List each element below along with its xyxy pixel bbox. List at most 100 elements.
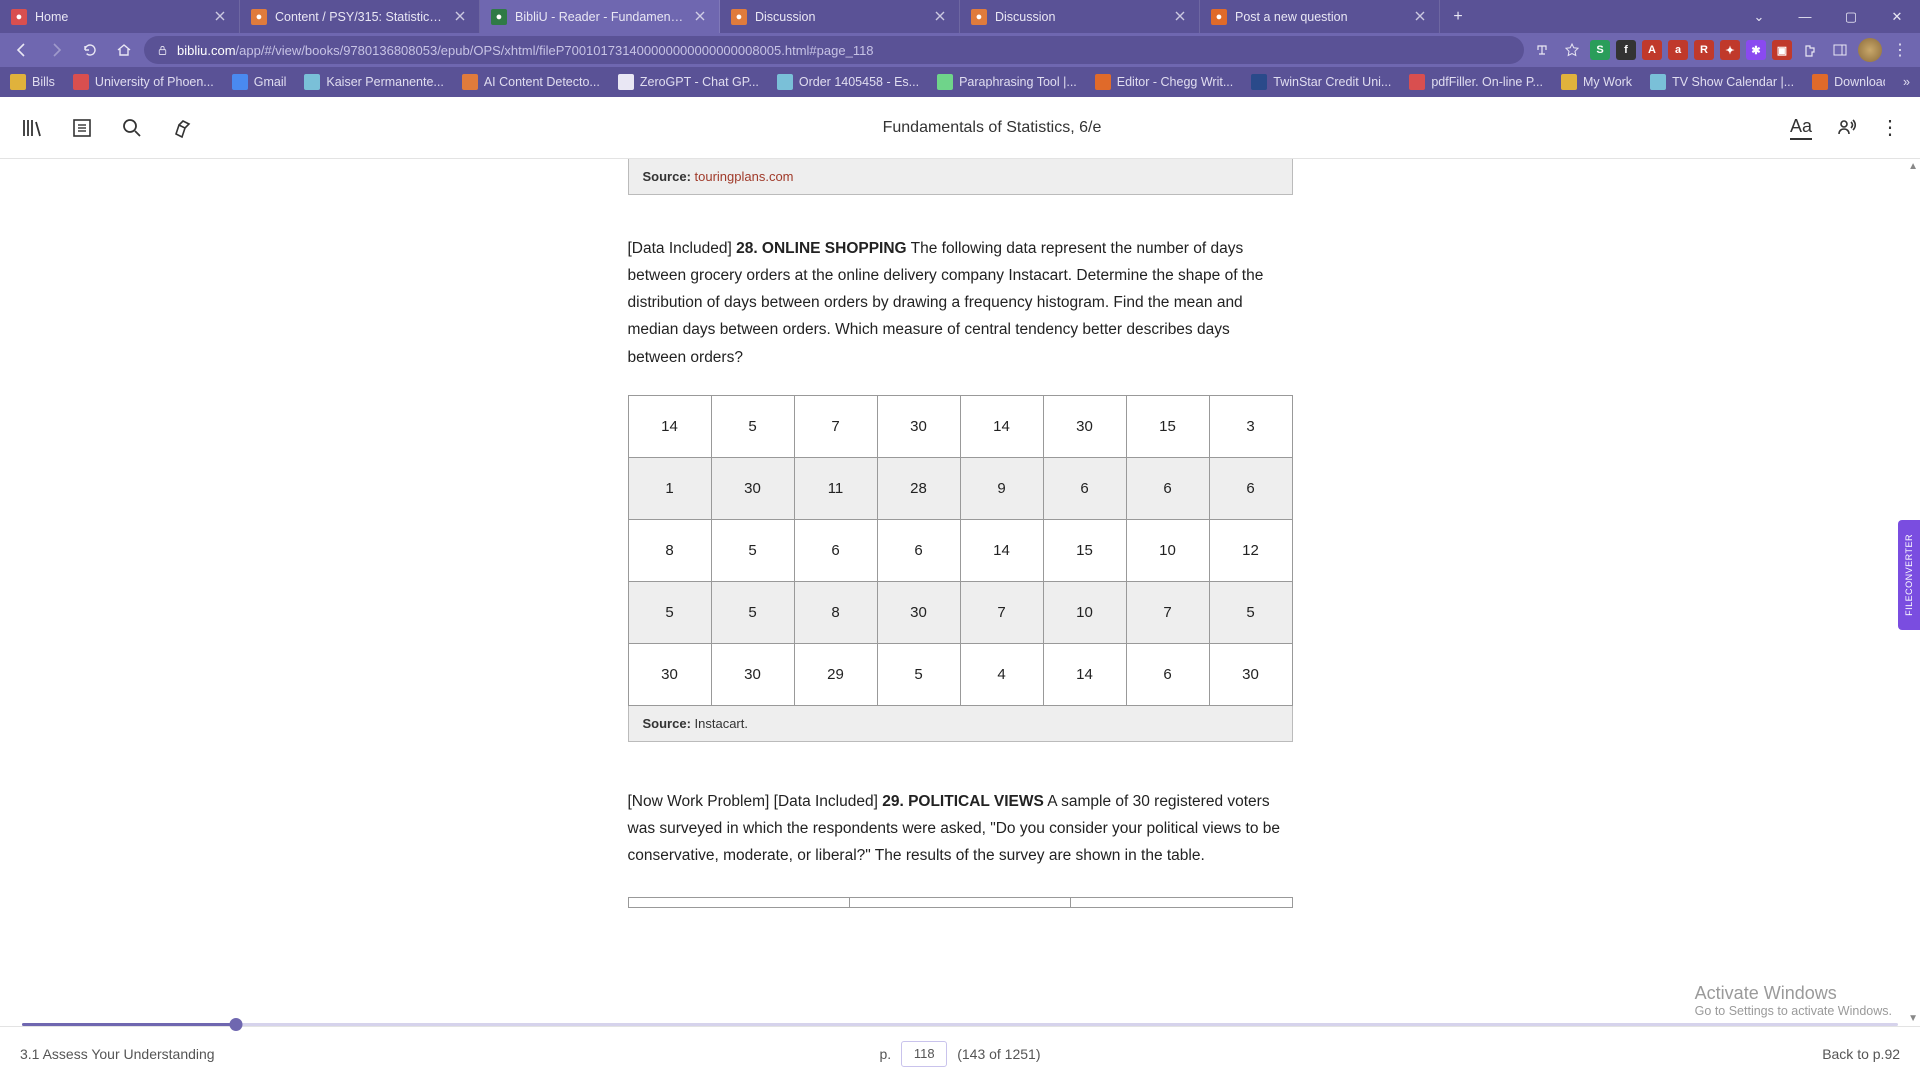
source-link[interactable]: touringplans.com <box>695 169 794 184</box>
profile-avatar[interactable] <box>1858 38 1882 62</box>
tab-favicon: ● <box>971 9 987 25</box>
bookmark-favicon <box>1095 74 1111 90</box>
forward-button[interactable] <box>42 36 70 64</box>
tab-close-icon[interactable] <box>1414 10 1428 24</box>
extension-icon[interactable]: S <box>1590 40 1610 60</box>
bookmark-label: My Work <box>1583 75 1632 89</box>
tab-close-icon[interactable] <box>454 10 468 24</box>
address-bar[interactable]: bibliu.com/app/#/view/books/978013680805… <box>144 36 1524 64</box>
question-29: [Now Work Problem] [Data Included] 29. P… <box>628 788 1293 869</box>
bookmark-item[interactable]: AI Content Detecto... <box>462 74 600 90</box>
table-cell: 14 <box>960 395 1043 457</box>
back-button[interactable] <box>8 36 36 64</box>
fileconverter-sidetab[interactable]: FILECONVERTER <box>1898 520 1920 630</box>
panel-icon[interactable] <box>1828 38 1852 62</box>
table-cell: 30 <box>1209 643 1292 705</box>
bookmark-item[interactable]: TwinStar Credit Uni... <box>1251 74 1391 90</box>
tab-close-icon[interactable] <box>694 10 708 24</box>
table-cell: 6 <box>1043 457 1126 519</box>
tab-close-icon[interactable] <box>1174 10 1188 24</box>
table-cell: 8 <box>794 581 877 643</box>
tab-title: Content / PSY/315: Statistical Rea <box>275 10 446 24</box>
tab-favicon: ● <box>491 9 507 25</box>
bookmark-favicon <box>1812 74 1828 90</box>
toolbar-right-icons: SfAaR ✦ ✱ ▣ ⋮ <box>1530 38 1912 62</box>
source-box-2: Source: Instacart. <box>628 706 1293 742</box>
bookmark-item[interactable]: Bills <box>10 74 55 90</box>
bookmark-label: Order 1405458 - Es... <box>799 75 919 89</box>
source2-label: Source: <box>643 716 695 731</box>
bookmark-favicon <box>1251 74 1267 90</box>
more-icon[interactable]: ⋮ <box>1880 115 1900 140</box>
extension-icon[interactable]: ✦ <box>1720 40 1740 60</box>
maximize-button[interactable]: ▢ <box>1828 0 1874 33</box>
extension-icon[interactable]: f <box>1616 40 1636 60</box>
progress-track[interactable] <box>22 1023 1898 1026</box>
extensions-icon[interactable] <box>1798 38 1822 62</box>
extension-icon[interactable]: ▣ <box>1772 40 1792 60</box>
progress-thumb[interactable] <box>229 1018 242 1031</box>
bookmark-item[interactable]: Paraphrasing Tool |... <box>937 74 1077 90</box>
tab-close-icon[interactable] <box>214 10 228 24</box>
scroll-up-arrow[interactable]: ▲ <box>1908 161 1918 172</box>
extension-icon[interactable]: R <box>1694 40 1714 60</box>
extension-icon[interactable]: a <box>1668 40 1688 60</box>
tab-title: Home <box>35 10 206 24</box>
bookmark-item[interactable]: Order 1405458 - Es... <box>777 74 919 90</box>
bookmark-label: pdfFiller. On-line P... <box>1431 75 1543 89</box>
bookmark-favicon <box>462 74 478 90</box>
bookmark-item[interactable]: Editor - Chegg Writ... <box>1095 74 1233 90</box>
new-tab-button[interactable]: + <box>1440 0 1476 33</box>
back-to-page-link[interactable]: Back to p.92 <box>1822 1046 1900 1062</box>
section-label: 3.1 Assess Your Understanding <box>20 1046 880 1062</box>
reload-button[interactable] <box>76 36 104 64</box>
tab-close-icon[interactable] <box>934 10 948 24</box>
bookmark-item[interactable]: Kaiser Permanente... <box>304 74 443 90</box>
library-icon[interactable] <box>20 116 44 140</box>
extension-icon[interactable]: A <box>1642 40 1662 60</box>
home-button[interactable] <box>110 36 138 64</box>
table-cell: 12 <box>1209 519 1292 581</box>
table-cell: 10 <box>1043 581 1126 643</box>
q28-text: The following data represent the number … <box>628 240 1264 366</box>
table-cell: 30 <box>711 643 794 705</box>
bookmark-item[interactable]: TV Show Calendar |... <box>1650 74 1794 90</box>
toc-icon[interactable] <box>70 116 94 140</box>
extension-icon[interactable]: ✱ <box>1746 40 1766 60</box>
scroll-down-arrow[interactable]: ▼ <box>1908 1013 1918 1024</box>
browser-tab[interactable]: ●BibliU - Reader - Fundamentals o <box>480 0 720 33</box>
bookmark-favicon <box>1409 74 1425 90</box>
close-window-button[interactable]: ✕ <box>1874 0 1920 33</box>
source2-text: Instacart. <box>695 716 748 731</box>
bookmark-item[interactable]: ZeroGPT - Chat GP... <box>618 74 759 90</box>
browser-tab[interactable]: ●Post a new question <box>1200 0 1440 33</box>
url-host: bibliu.com <box>177 43 236 58</box>
browser-tab[interactable]: ●Discussion <box>960 0 1200 33</box>
bookmark-item[interactable]: University of Phoen... <box>73 74 214 90</box>
table-cell: 5 <box>711 581 794 643</box>
share-icon[interactable] <box>1530 38 1554 62</box>
star-icon[interactable] <box>1560 38 1584 62</box>
read-aloud-icon[interactable] <box>1834 116 1858 140</box>
bookmarks-overflow-icon[interactable]: » <box>1903 75 1910 89</box>
table-cell: 10 <box>1126 519 1209 581</box>
q29-number: 29. POLITICAL VIEWS <box>882 793 1044 810</box>
minimize-button[interactable]: — <box>1782 0 1828 33</box>
bookmark-item[interactable]: My Work <box>1561 74 1632 90</box>
table-cell: 30 <box>877 581 960 643</box>
search-icon[interactable] <box>120 116 144 140</box>
chevron-down-icon[interactable]: ⌄ <box>1736 0 1782 33</box>
highlight-icon[interactable] <box>170 116 194 140</box>
browser-tab[interactable]: ●Discussion <box>720 0 960 33</box>
table-cell: 8 <box>628 519 711 581</box>
bookmark-item[interactable]: pdfFiller. On-line P... <box>1409 74 1543 90</box>
menu-icon[interactable]: ⋮ <box>1888 38 1912 62</box>
bookmark-item[interactable]: Gmail <box>232 74 287 90</box>
bookmark-item[interactable]: Download masterc... <box>1812 74 1885 90</box>
browser-tab[interactable]: ●Home <box>0 0 240 33</box>
reader-footer: 3.1 Assess Your Understanding p. (143 of… <box>0 1026 1920 1080</box>
page-input[interactable] <box>901 1041 947 1067</box>
tab-favicon: ● <box>251 9 267 25</box>
browser-tab[interactable]: ● Content / PSY/315: Statistical Rea <box>240 0 480 33</box>
font-size-button[interactable]: Aa <box>1790 116 1812 140</box>
